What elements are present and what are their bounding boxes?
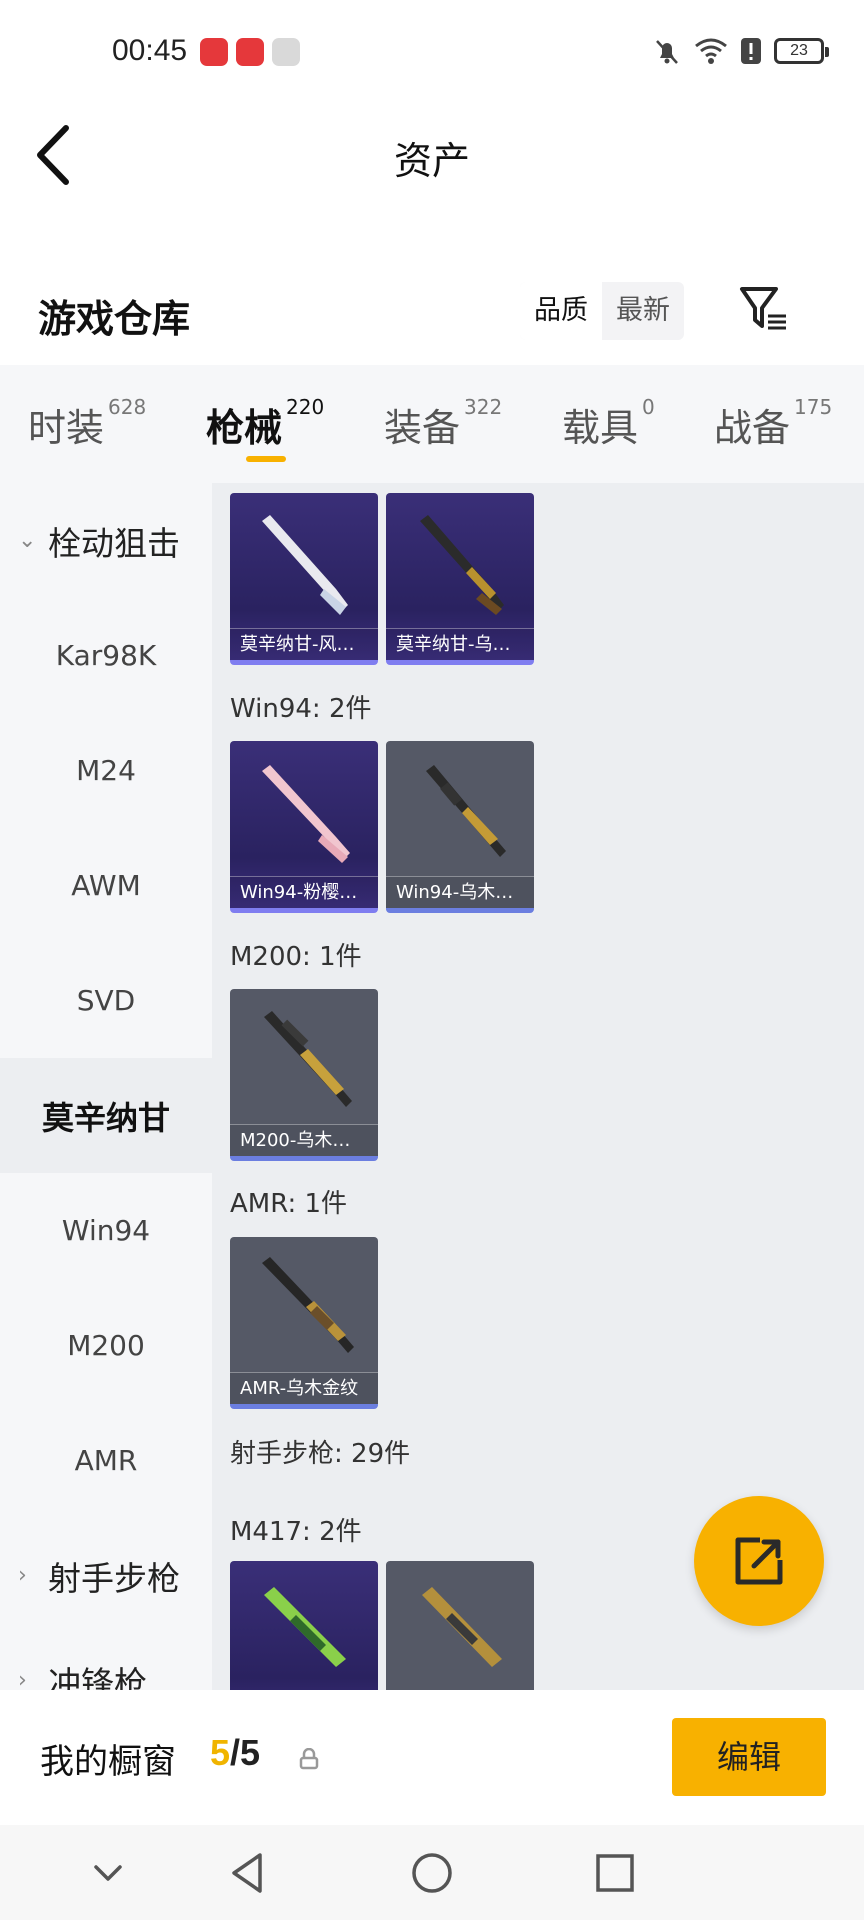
filter-icon[interactable] [738,284,790,334]
page-title: 资产 [393,139,470,183]
showcase-bar: 我的橱窗 5/5 编辑 [0,1690,864,1825]
tab-supplies[interactable]: 战备 175 [714,395,832,452]
weapon-card[interactable] [386,1561,534,1690]
weapon-group-label: M200: 1件 [230,942,362,972]
notification-app-icon [236,38,264,66]
tab-firearms[interactable]: 枪械 220 [206,395,324,452]
sidebar-group-bolt-action[interactable]: ⌄ 栓动狙击 [0,483,212,598]
rifle-image-icon [264,1011,352,1107]
lock-icon [299,1748,319,1770]
tab-vehicles[interactable]: 载具 0 [562,395,655,452]
nav-back-icon[interactable] [218,1843,278,1903]
rifle-image-icon [262,1257,354,1353]
battery-indicator: 23 [774,38,829,64]
mute-bell-icon [656,40,678,64]
sidebar-item-m200[interactable]: M200 [0,1288,212,1403]
rifle-image-icon [264,1587,346,1667]
chevron-down-icon: ⌄ [18,528,37,553]
status-time: 00:45 [112,34,188,67]
weapon-type-sidebar: ⌄ 栓动狙击 Kar98K M24 AWM SVD 莫辛纳甘 Win94 M20… [0,483,212,1690]
external-link-icon [735,1537,783,1585]
weapon-card-label: AMR-乌木金纹 [230,1372,378,1404]
warehouse-title: 游戏仓库 [38,297,191,341]
notification-app-icon [272,38,300,66]
weapon-group-label: 射手步枪: 29件 [230,1439,411,1469]
alert-icon [741,38,761,64]
rifle-image-icon [420,515,504,615]
active-tab-indicator [246,456,286,462]
edit-button[interactable]: 编辑 [672,1718,826,1796]
sort-toggle: 品质 最新 [520,282,684,340]
weapon-card-label: Win94-粉樱… [230,876,378,908]
weapon-card-label: 莫辛纳甘-风… [230,628,378,660]
weapon-card[interactable] [230,1561,378,1690]
showcase-count: 5/5 [210,1732,261,1773]
weapon-card-label: 莫辛纳甘-乌… [386,628,534,660]
share-button[interactable] [694,1496,824,1626]
weapon-card[interactable]: Win94-粉樱… [230,741,378,913]
sidebar-item-mosin[interactable]: 莫辛纳甘 [0,1058,212,1173]
sidebar-item-svd[interactable]: SVD [0,943,212,1058]
weapon-card-label: M200-乌木… [230,1124,378,1156]
tab-equipment[interactable]: 装备 322 [384,395,502,452]
sidebar-item-win94[interactable]: Win94 [0,1173,212,1288]
chevron-right-icon: › [18,1668,27,1690]
sidebar-group-smg[interactable]: › 冲锋枪 [0,1623,212,1691]
status-bar: 00:45 23 [0,0,864,100]
rifle-image-icon [262,515,348,615]
sidebar-item-kar98k[interactable]: Kar98K [0,598,212,713]
sort-quality[interactable]: 品质 [520,282,602,340]
weapon-card[interactable]: AMR-乌木金纹 [230,1237,378,1409]
weapon-group-label: Win94: 2件 [230,694,372,724]
sidebar-group-marksman[interactable]: › 射手步枪 [0,1518,212,1633]
wifi-icon [695,38,727,64]
rifle-image-icon [422,1587,502,1667]
rifle-image-icon [426,765,506,857]
chevron-right-icon: › [18,1563,27,1588]
sidebar-item-amr[interactable]: AMR [0,1403,212,1518]
system-navigation-bar [0,1825,864,1920]
weapon-group-label: AMR: 1件 [230,1189,348,1219]
category-tabs: 时装 628 枪械 220 装备 322 载具 0 战备 175 [0,365,864,483]
sort-newest[interactable]: 最新 [602,282,684,340]
weapon-group-label: M417: 2件 [230,1517,362,1547]
weapon-card[interactable]: Win94-乌木… [386,741,534,913]
weapon-card[interactable]: M200-乌木… [230,989,378,1161]
nav-recents-icon[interactable] [585,1843,645,1903]
chevron-down-icon[interactable] [78,1843,138,1903]
status-icons: 23 [652,34,829,68]
sidebar-item-awm[interactable]: AWM [0,828,212,943]
weapon-card[interactable]: 莫辛纳甘-乌… [386,493,534,665]
sidebar-item-m24[interactable]: M24 [0,713,212,828]
weapon-card[interactable]: 莫辛纳甘-风… [230,493,378,665]
rifle-image-icon [262,765,350,863]
notification-app-icon [200,38,228,66]
tab-fashion[interactable]: 时装 628 [28,395,146,452]
showcase-label: 我的橱窗 [40,1742,176,1782]
weapon-card-label: Win94-乌木… [386,876,534,908]
nav-home-icon[interactable] [402,1843,462,1903]
